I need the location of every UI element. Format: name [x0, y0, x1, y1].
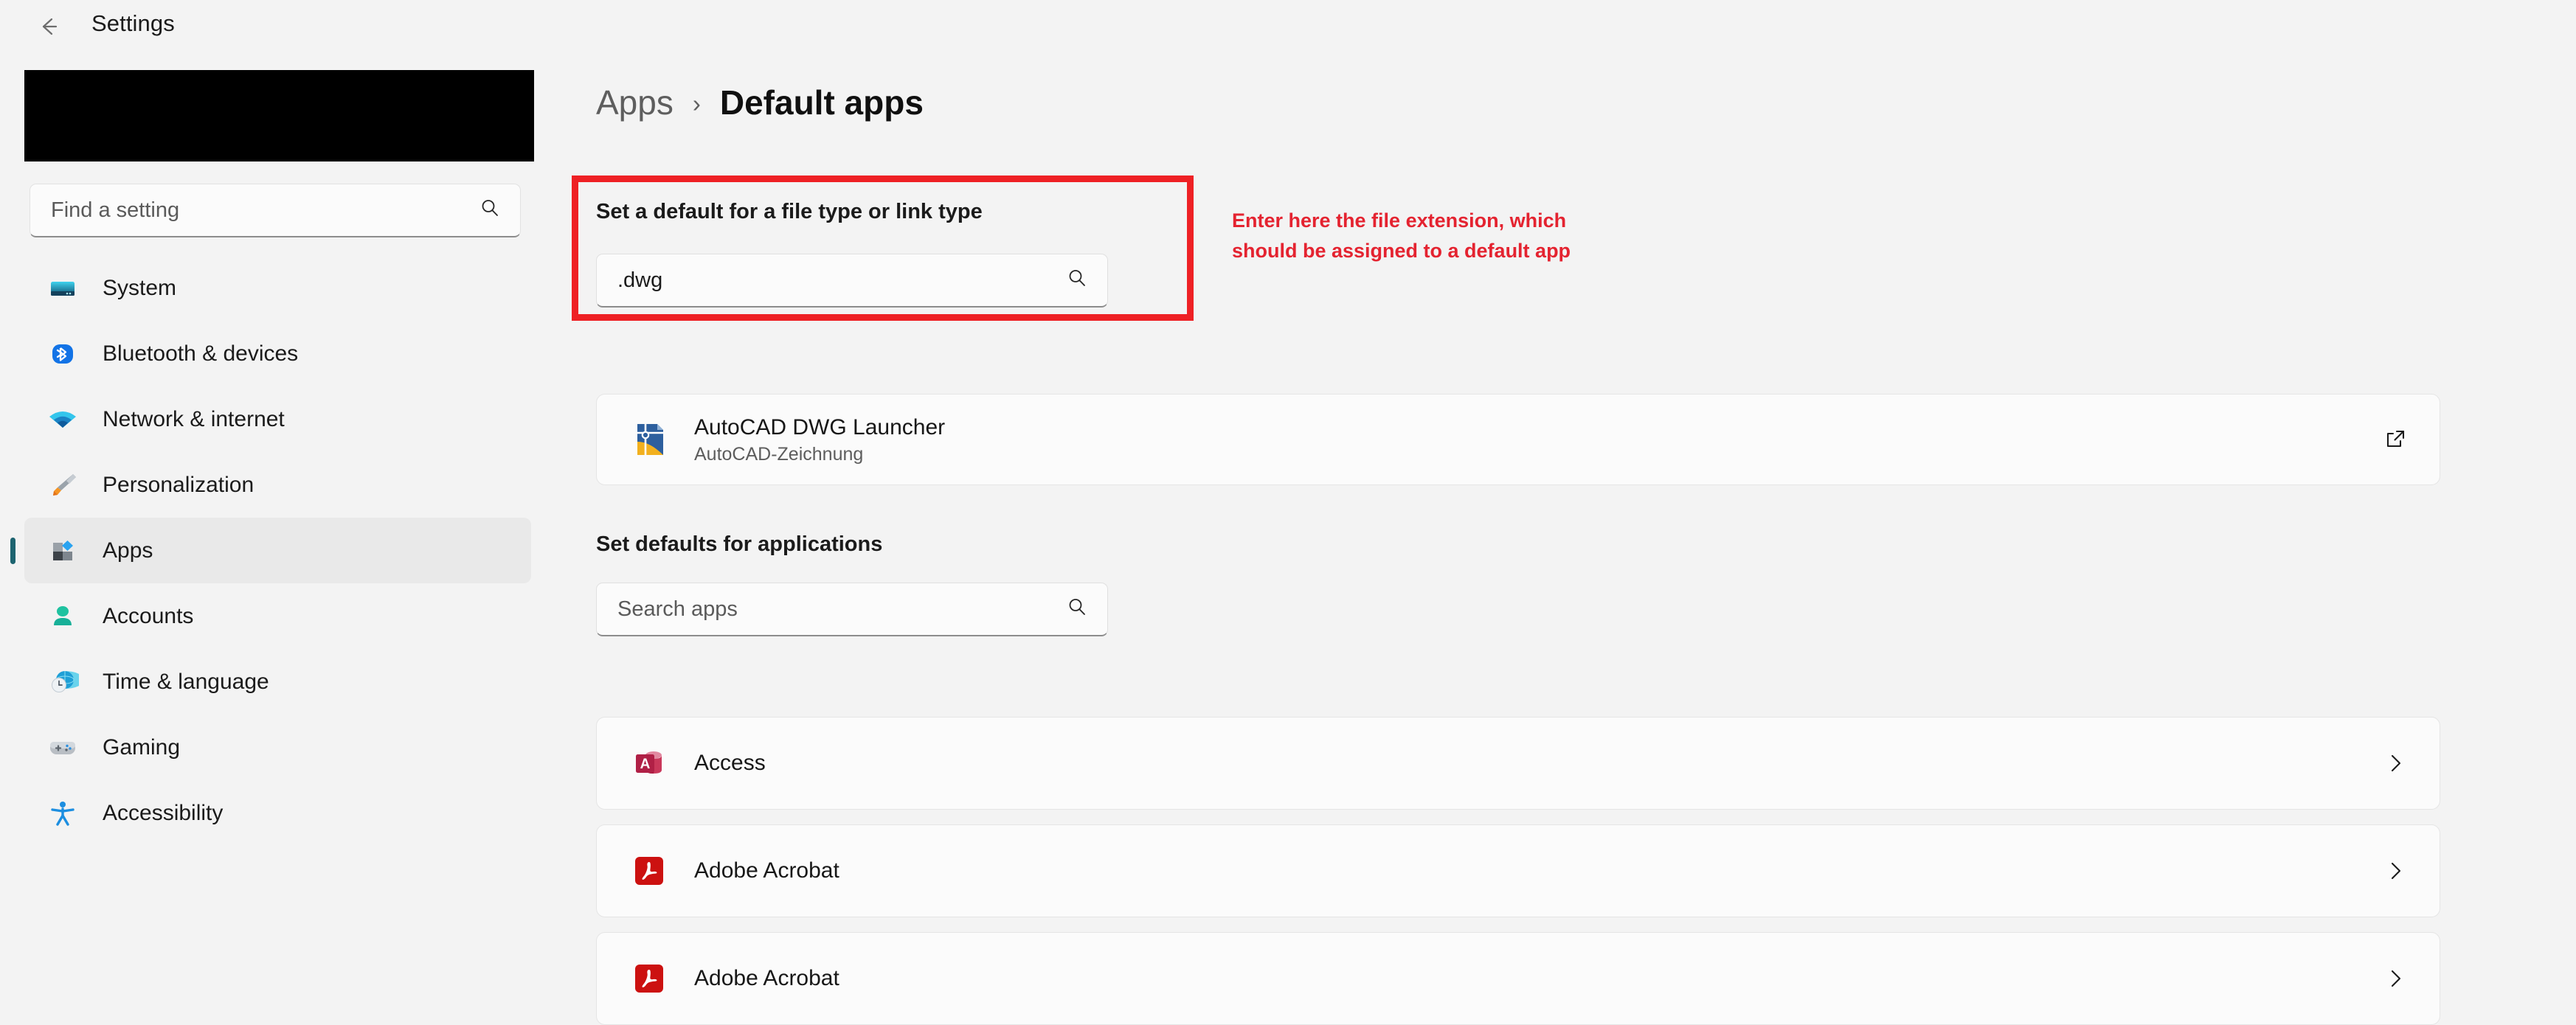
app-name: Access: [694, 751, 766, 775]
sidebar-item-label: Apps: [103, 538, 153, 563]
filetype-search-value: .dwg: [617, 268, 663, 292]
chevron-right-icon[interactable]: [2376, 744, 2414, 782]
sidebar-item-label: Personalization: [103, 472, 255, 497]
open-external-icon[interactable]: [2376, 420, 2414, 459]
defaults-section-heading: Set defaults for applications: [596, 532, 883, 556]
sidebar-item-label: Time & language: [103, 669, 269, 694]
adobe-acrobat-icon: [630, 959, 668, 998]
search-apps-placeholder: Search apps: [617, 597, 738, 621]
app-list-item-adobe-acrobat[interactable]: Adobe Acrobat: [596, 824, 2440, 917]
sidebar-item-time-language[interactable]: Time & language: [24, 649, 531, 715]
person-icon: [44, 600, 82, 633]
sidebar-item-label: System: [103, 275, 177, 300]
sidebar-item-apps[interactable]: Apps: [24, 518, 531, 583]
user-profile-redacted: [24, 70, 534, 161]
filetype-search-input[interactable]: .dwg: [596, 254, 1108, 308]
find-a-setting-input[interactable]: Find a setting: [30, 184, 521, 237]
sidebar-item-label: Accounts: [103, 603, 194, 628]
breadcrumb-parent[interactable]: Apps: [596, 83, 674, 122]
sidebar-item-personalization[interactable]: Personalization: [24, 452, 531, 518]
accessibility-icon: [44, 797, 82, 830]
svg-text:A: A: [640, 757, 651, 772]
sidebar-item-network-internet[interactable]: Network & internet: [24, 386, 531, 452]
autocad-dwg-icon: [630, 420, 668, 459]
wifi-icon: [44, 403, 82, 436]
sidebar-item-label: Bluetooth & devices: [103, 341, 299, 366]
gamepad-icon: [44, 732, 82, 764]
sidebar-item-bluetooth-devices[interactable]: Bluetooth & devices: [24, 321, 531, 386]
annotation-note: Enter here the file extension, which sho…: [1232, 209, 1571, 262]
search-apps-input[interactable]: Search apps: [596, 583, 1108, 636]
app-title: Settings: [91, 10, 175, 36]
filetype-result-card[interactable]: AutoCAD DWG Launcher AutoCAD-Zeichnung: [596, 394, 2440, 485]
chevron-right-icon: ›: [692, 90, 701, 117]
title-bar: Settings: [0, 0, 2576, 53]
back-arrow-icon: [34, 12, 63, 41]
monitor-icon: [44, 272, 82, 305]
sidebar-item-label: Gaming: [103, 734, 181, 760]
app-list-item-access[interactable]: A Access: [596, 717, 2440, 810]
sidebar-item-label: Accessibility: [103, 800, 224, 825]
filetype-section-heading: Set a default for a file type or link ty…: [596, 200, 983, 223]
sidebar-item-label: Network & internet: [103, 406, 285, 431]
find-a-setting-placeholder: Find a setting: [51, 198, 180, 222]
sidebar-item-accessibility[interactable]: Accessibility: [24, 780, 531, 846]
search-icon[interactable]: [1064, 595, 1090, 624]
main-content: Apps › Default apps Enter here the file …: [561, 53, 2576, 1025]
breadcrumb: Apps › Default apps: [596, 83, 924, 122]
adobe-acrobat-icon: [630, 852, 668, 890]
sidebar-item-system[interactable]: System: [24, 255, 531, 321]
result-title: AutoCAD DWG Launcher: [694, 414, 946, 439]
search-icon: [477, 196, 502, 225]
app-list-item-adobe-acrobat-2[interactable]: Adobe Acrobat: [596, 932, 2440, 1025]
sidebar-item-accounts[interactable]: Accounts: [24, 583, 531, 649]
chevron-right-icon[interactable]: [2376, 852, 2414, 890]
sidebar-nav: System Bluetooth & devices Network & int…: [0, 255, 561, 846]
app-name: Adobe Acrobat: [694, 966, 839, 990]
clock-globe-icon: [44, 666, 82, 698]
paintbrush-icon: [44, 469, 82, 501]
search-icon[interactable]: [1064, 266, 1090, 295]
sidebar-item-gaming[interactable]: Gaming: [24, 715, 531, 780]
page-title: Default apps: [719, 83, 924, 122]
app-name: Adobe Acrobat: [694, 858, 839, 883]
back-button[interactable]: [30, 7, 68, 46]
chevron-right-icon[interactable]: [2376, 959, 2414, 998]
apps-icon: [44, 535, 82, 567]
sidebar: Find a setting System Bluetooth & device…: [0, 53, 561, 997]
result-subtitle: AutoCAD-Zeichnung: [694, 444, 864, 465]
ms-access-icon: A: [630, 744, 668, 782]
bluetooth-icon: [44, 338, 82, 370]
